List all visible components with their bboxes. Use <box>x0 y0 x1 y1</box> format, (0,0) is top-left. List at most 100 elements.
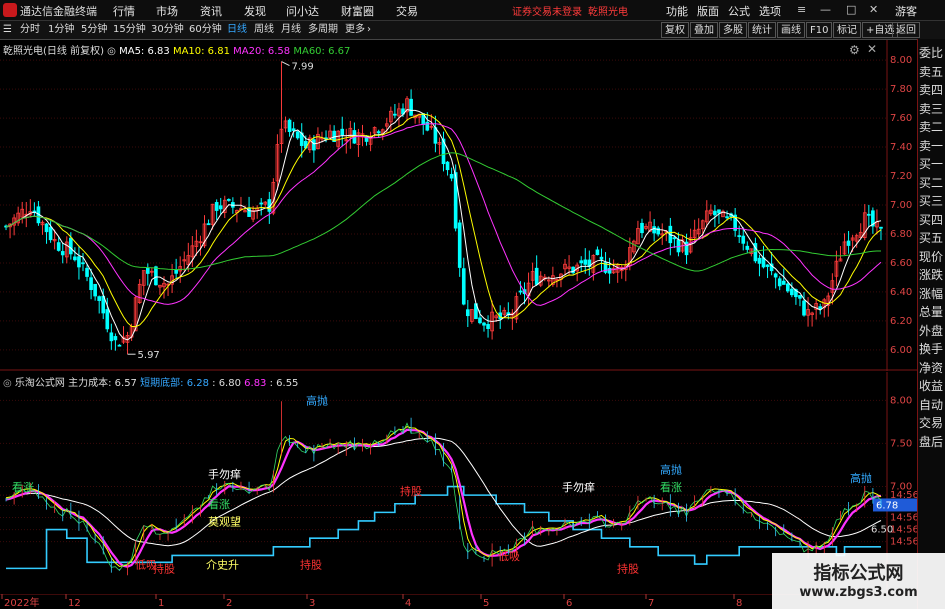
period-intraday[interactable]: 分时 <box>20 22 40 38</box>
candle-body <box>109 332 114 342</box>
login-status[interactable]: 证券交易未登录 <box>512 3 582 18</box>
menu-market[interactable]: 市场 <box>156 3 178 19</box>
menu-icon[interactable]: ≡ <box>797 3 806 16</box>
side-item-8[interactable]: 买三 <box>919 192 943 209</box>
menu-wealth[interactable]: 财富圈 <box>341 3 374 19</box>
main-y-tick: 7.80 <box>890 84 912 95</box>
side-item-12[interactable]: 涨跌 <box>919 266 943 283</box>
candle-body <box>154 266 158 286</box>
menu-trade[interactable]: 交易 <box>396 3 418 19</box>
period-30min[interactable]: 30分钟 <box>151 22 184 38</box>
main-y-tick: 7.00 <box>890 200 912 211</box>
signal-dixi: 低吸 <box>498 550 520 563</box>
side-item-19[interactable]: 自动 <box>919 396 943 413</box>
kline-chart[interactable]: 8.00 7.80 7.60 7.40 7.20 7.00 6.80 6.60 6.40 6.20… <box>0 40 917 371</box>
menu-layout[interactable]: 版面 <box>697 3 719 19</box>
period-60min[interactable]: 60分钟 <box>189 22 222 38</box>
panel-settings-icon[interactable]: ⚙ <box>849 43 860 57</box>
candle-body <box>69 237 73 255</box>
candle-body <box>717 209 721 214</box>
btn-overlay[interactable]: 叠加 <box>690 22 718 38</box>
side-item-0[interactable]: 委比 <box>919 44 943 61</box>
period-5min[interactable]: 5分钟 <box>81 22 107 38</box>
app-logo-icon <box>3 3 17 17</box>
period-monthly[interactable]: 月线 <box>281 22 301 38</box>
watermark: 指标公式网 www.zbgs3.com <box>772 553 945 609</box>
side-item-14[interactable]: 总量 <box>919 303 943 320</box>
menu-quotes[interactable]: 行情 <box>113 3 135 19</box>
candle-body <box>214 202 219 211</box>
menu-discover[interactable]: 发现 <box>244 3 266 19</box>
side-item-2[interactable]: 卖四 <box>919 81 943 98</box>
side-item-10[interactable]: 买五 <box>919 229 943 246</box>
side-item-15[interactable]: 外盘 <box>919 322 943 339</box>
legend-gear-icon[interactable]: ◎ <box>107 46 116 57</box>
side-item-17[interactable]: 净资 <box>919 359 943 376</box>
side-item-13[interactable]: 涨幅 <box>919 285 943 302</box>
minimize-icon[interactable]: — <box>820 3 831 16</box>
candle-body <box>60 251 65 256</box>
candle-body <box>259 202 264 205</box>
side-item-18[interactable]: 收益 <box>919 377 943 394</box>
menu-formula[interactable]: 公式 <box>728 3 750 19</box>
signal-guanwang: 莫观望 <box>208 515 241 528</box>
panel-close-icon[interactable]: ✕ <box>867 42 877 56</box>
menu-function[interactable]: 功能 <box>666 3 688 19</box>
candle-body <box>340 128 345 136</box>
btn-stats[interactable]: 统计 <box>748 22 776 38</box>
side-item-20[interactable]: 交易 <box>919 414 943 431</box>
user-guest[interactable]: 游客 <box>895 3 917 19</box>
period-weekly[interactable]: 周线 <box>254 22 274 38</box>
watermark-url: www.zbgs3.com <box>799 585 918 600</box>
main-y-tick: 7.20 <box>890 171 912 182</box>
candle-body <box>449 174 454 179</box>
side-item-9[interactable]: 买四 <box>919 211 943 228</box>
btn-multi-stock[interactable]: 多股 <box>719 22 747 38</box>
candle-body <box>741 235 746 244</box>
candle-body <box>737 235 742 238</box>
side-item-1[interactable]: 卖五 <box>919 63 943 80</box>
main-y-tick: 8.00 <box>890 55 912 66</box>
side-item-4[interactable]: 卖二 <box>919 118 943 135</box>
side-item-21[interactable]: 盘后 <box>919 433 943 450</box>
candle-body <box>486 324 490 329</box>
stock-label: 乾照光电(日线 前复权) <box>3 46 104 57</box>
side-item-16[interactable]: 换手 <box>919 340 943 357</box>
candle-body <box>765 264 770 267</box>
ma5-label: MA5: 6.83 <box>119 46 170 57</box>
period-1min[interactable]: 1分钟 <box>48 22 74 38</box>
candle-body <box>44 223 49 233</box>
menu-ask[interactable]: 问小达 <box>286 3 319 19</box>
candle-body <box>757 257 762 264</box>
menu-news[interactable]: 资讯 <box>200 3 222 19</box>
btn-mark[interactable]: 标记 <box>833 22 861 38</box>
candle-body <box>48 226 53 241</box>
maximize-icon[interactable]: □ <box>846 3 856 16</box>
candle-body <box>482 322 486 326</box>
side-item-7[interactable]: 买二 <box>919 174 943 191</box>
side-item-11[interactable]: 现价 <box>919 248 943 265</box>
candle-body <box>802 300 806 316</box>
btn-draw[interactable]: 画线 <box>777 22 805 38</box>
btn-f10[interactable]: F10 <box>806 22 833 38</box>
period-15min[interactable]: 15分钟 <box>113 22 146 38</box>
side-item-5[interactable]: 卖一 <box>919 137 943 154</box>
signal-chipai: 持股 <box>300 557 322 571</box>
period-multi[interactable]: 多周期 <box>308 22 338 38</box>
candle-body <box>206 223 211 226</box>
period-more[interactable]: 更多 <box>345 22 365 38</box>
ind-y-tick: 14:56 <box>890 513 917 524</box>
period-daily[interactable]: 日线 <box>227 22 247 38</box>
ind-y-tick: 14:56 <box>890 537 917 548</box>
ind-gear-icon[interactable]: ◎ <box>3 378 12 389</box>
btn-adjust[interactable]: 复权 <box>661 22 689 38</box>
candle-body <box>790 288 794 296</box>
candle-body <box>607 267 612 274</box>
menu-options[interactable]: 选项 <box>759 3 781 19</box>
more-chevron-icon[interactable]: › <box>367 22 371 38</box>
toolbar-menu-icon[interactable]: ☰ <box>3 22 12 38</box>
side-item-6[interactable]: 买一 <box>919 155 943 172</box>
side-item-3[interactable]: 卖三 <box>919 100 943 117</box>
close-icon[interactable]: ✕ <box>869 3 878 16</box>
btn-back[interactable]: 返回 <box>892 22 920 38</box>
